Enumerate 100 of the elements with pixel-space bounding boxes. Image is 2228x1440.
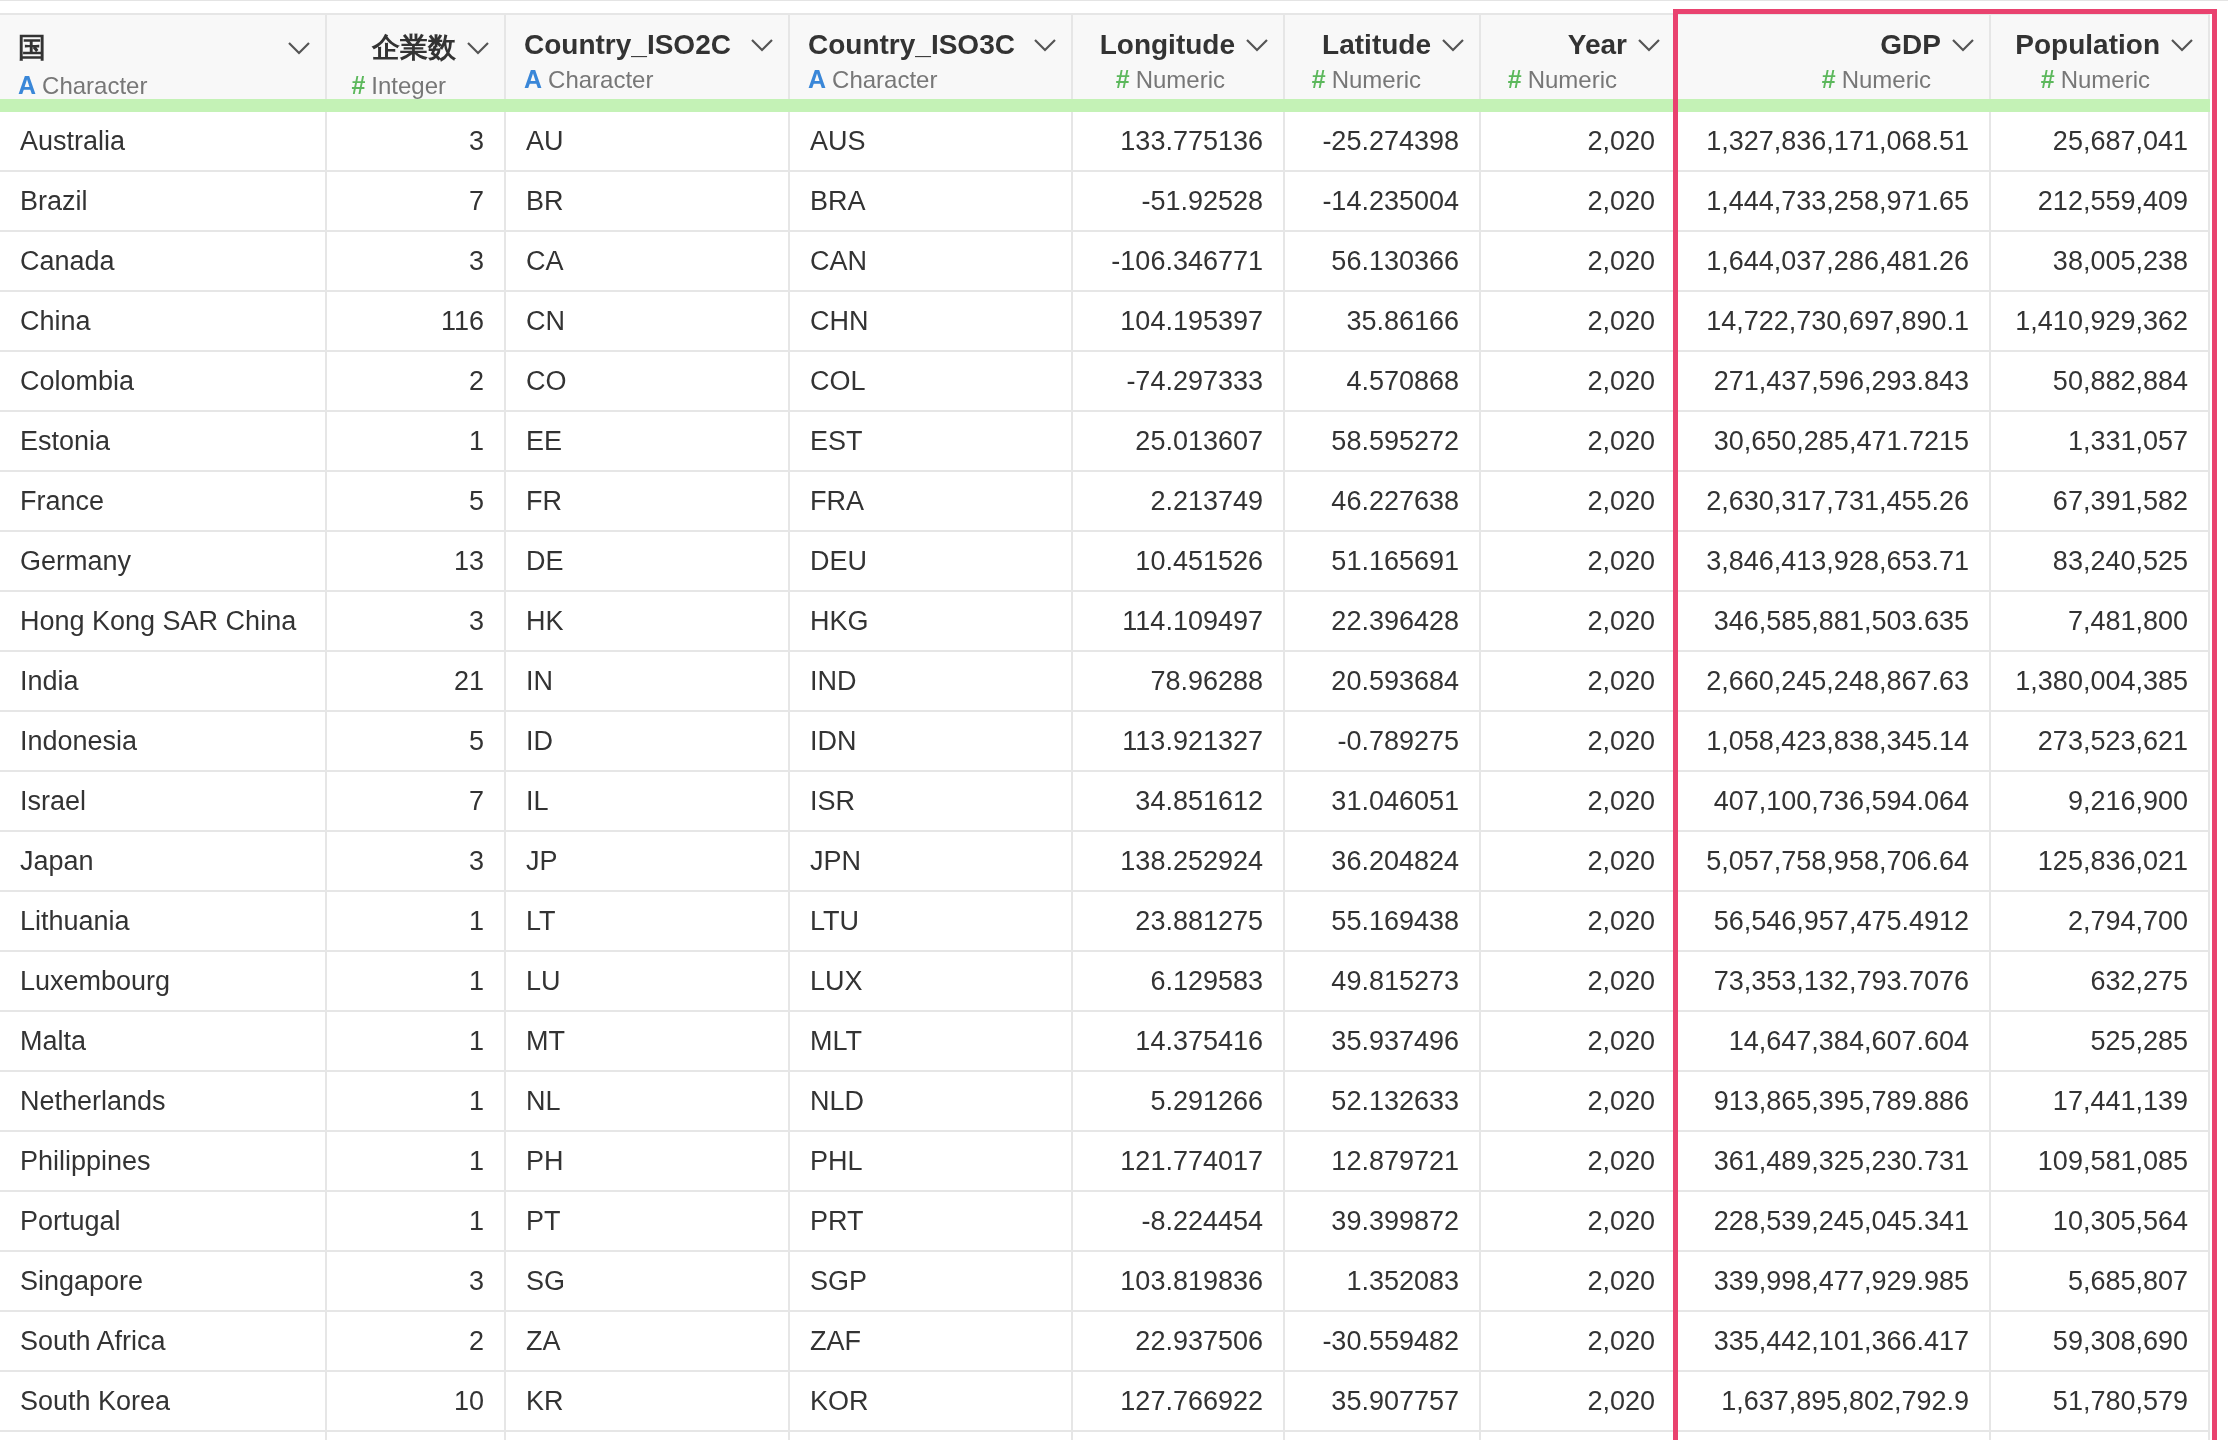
table-cell: 2,020 <box>1587 1385 1655 1417</box>
chevron-down-icon[interactable] <box>750 38 774 52</box>
table-cell: 2,020 <box>1587 305 1655 337</box>
column-type: Numeric <box>1135 66 1225 94</box>
column-header[interactable]: GDP <box>1695 29 1941 61</box>
table-cell: India <box>20 665 79 697</box>
table-cell: -14.235004 <box>1322 185 1459 217</box>
table-cell: 2 <box>468 365 484 397</box>
table-cell: Hong Kong SAR China <box>20 605 297 637</box>
table-cell: SGP <box>810 1265 868 1297</box>
column-type: Numeric <box>2060 66 2150 94</box>
table-cell: FR <box>526 485 562 517</box>
table-cell: PHL <box>810 1145 863 1177</box>
table-cell: 1 <box>468 905 484 937</box>
table-cell: 2,020 <box>1587 185 1655 217</box>
table-cell: 339,998,477,929.985 <box>1713 1265 1969 1297</box>
table-cell: 525,285 <box>2090 1025 2188 1057</box>
table-cell: 121.774017 <box>1120 1145 1263 1177</box>
table-cell: -30.559482 <box>1322 1325 1459 1357</box>
table-cell: 2,020 <box>1587 905 1655 937</box>
table-cell: 127.766922 <box>1120 1385 1263 1417</box>
chevron-down-icon[interactable] <box>1637 38 1661 52</box>
table-cell: 1,410,929,362 <box>2015 305 2188 337</box>
table-cell: 50,882,884 <box>2052 365 2188 397</box>
table-cell: 7,481,800 <box>2067 605 2188 637</box>
table-cell: 2,020 <box>1587 605 1655 637</box>
type-icon: # <box>351 71 366 100</box>
table-cell: 1 <box>468 1085 484 1117</box>
table-cell: 5.291266 <box>1150 1085 1263 1117</box>
table-cell: AU <box>526 125 564 157</box>
type-icon: # <box>1821 65 1836 94</box>
table-cell: Philippines <box>20 1145 151 1177</box>
table-cell: LU <box>526 965 561 997</box>
table-cell: 46.227638 <box>1331 485 1459 517</box>
table-cell: DEU <box>810 545 867 577</box>
column-header[interactable]: Country_ISO3C <box>808 29 1023 61</box>
table-cell: 5,057,758,958,706.64 <box>1706 845 1969 877</box>
table-cell: Luxembourg <box>20 965 171 997</box>
table-cell: 35.937496 <box>1331 1025 1459 1057</box>
table-cell: 1 <box>468 1205 484 1237</box>
chevron-down-icon[interactable] <box>1033 38 1057 52</box>
table-cell: LUX <box>810 965 863 997</box>
table-cell: 56,546,957,475.4912 <box>1713 905 1969 937</box>
table-cell: 39.399872 <box>1331 1205 1459 1237</box>
chevron-down-icon[interactable] <box>2170 38 2194 52</box>
column-header[interactable]: Population <box>2009 29 2160 61</box>
table-cell: BR <box>526 185 564 217</box>
table-cell: 1,331,057 <box>2067 425 2188 457</box>
column-header[interactable]: Country_ISO2C <box>524 29 740 61</box>
table-cell: Malta <box>20 1025 87 1057</box>
type-icon: A <box>808 65 827 94</box>
chevron-down-icon[interactable] <box>466 41 490 55</box>
table-cell: 7 <box>468 185 484 217</box>
table-cell: HKG <box>810 605 869 637</box>
column-header[interactable]: 国 <box>18 29 277 67</box>
table-cell: ISR <box>810 785 855 817</box>
column-type: Character <box>42 72 148 100</box>
table-cell: 2,020 <box>1587 845 1655 877</box>
chevron-down-icon[interactable] <box>1441 38 1465 52</box>
table-cell: Indonesia <box>20 725 138 757</box>
table-cell: 212,559,409 <box>2037 185 2188 217</box>
table-cell: 1.352083 <box>1346 1265 1459 1297</box>
table-cell: 103.819836 <box>1120 1265 1263 1297</box>
table-cell: -25.274398 <box>1322 125 1459 157</box>
table-cell: 12.879721 <box>1331 1145 1459 1177</box>
table-cell: LTU <box>810 905 859 937</box>
table-cell: MT <box>526 1025 565 1057</box>
table-cell: 25.013607 <box>1135 425 1263 457</box>
table-cell: 22.937506 <box>1135 1325 1263 1357</box>
table-cell: 35.86166 <box>1346 305 1459 337</box>
column-header[interactable]: Latitude <box>1303 29 1431 61</box>
table-cell: BRA <box>810 185 866 217</box>
table-cell: 2,020 <box>1587 785 1655 817</box>
table-cell: 23.881275 <box>1135 905 1263 937</box>
table-cell: South Africa <box>20 1325 166 1357</box>
table-cell: 5 <box>468 725 484 757</box>
chevron-down-icon[interactable] <box>1245 38 1269 52</box>
column-header[interactable]: Longitude <box>1091 29 1235 61</box>
table-cell: Lithuania <box>20 905 130 937</box>
table-cell: JPN <box>810 845 861 877</box>
column-header[interactable]: 企業数 <box>345 29 456 67</box>
table-cell: 17,441,139 <box>2052 1085 2188 1117</box>
table-cell: -51.92528 <box>1141 185 1263 217</box>
table-cell: 10,305,564 <box>2052 1205 2188 1237</box>
column-type: Integer <box>371 72 446 100</box>
table-cell: 632,275 <box>2090 965 2188 997</box>
column-header[interactable]: Year <box>1499 29 1627 61</box>
chevron-down-icon[interactable] <box>1951 38 1975 52</box>
chevron-down-icon[interactable] <box>287 41 311 55</box>
type-icon: # <box>1311 65 1326 94</box>
table-cell: 51.165691 <box>1331 545 1459 577</box>
table-cell: CAN <box>810 245 867 277</box>
table-cell: 5,685,807 <box>2067 1265 2188 1297</box>
table-cell: 114.109497 <box>1122 605 1263 637</box>
table-cell: 2,020 <box>1587 485 1655 517</box>
table-cell: EE <box>526 425 563 457</box>
table-cell: LT <box>526 905 556 937</box>
table-cell: 78.96288 <box>1150 665 1263 697</box>
table-cell: 1,444,733,258,971.65 <box>1706 185 1969 217</box>
column-type: Character <box>548 66 654 94</box>
